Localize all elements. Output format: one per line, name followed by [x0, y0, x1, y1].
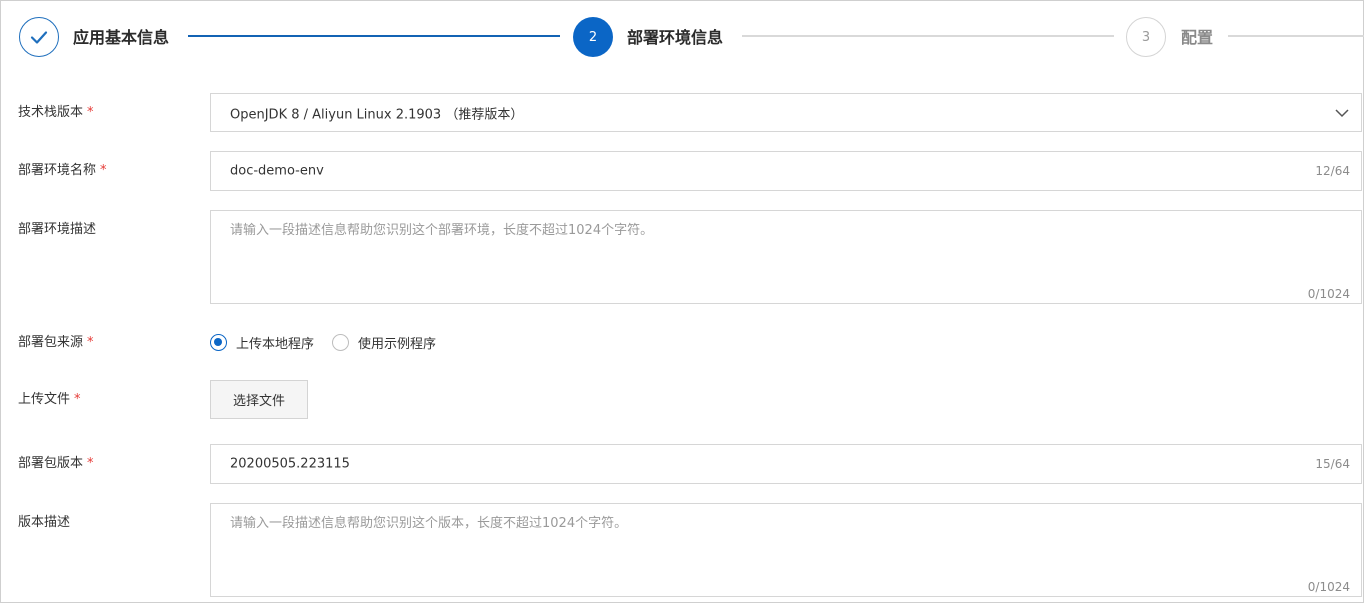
- step-2-connector: [742, 35, 1114, 37]
- app-frame: 应用基本信息 2 部署环境信息 3 配置 技术栈版本 * OpenJDK 8 / …: [0, 0, 1364, 603]
- package-version-label-text: 部署包版本: [18, 456, 84, 471]
- step-2-title: 部署环境信息: [627, 28, 724, 47]
- radio-button-checked[interactable]: [210, 333, 227, 351]
- choose-file-button[interactable]: 选择文件: [210, 380, 308, 419]
- required-marker: *: [87, 335, 94, 350]
- env-name-input[interactable]: doc-demo-env 12/64: [210, 151, 1362, 191]
- step-3-circle: 3: [1126, 17, 1166, 57]
- required-marker: *: [74, 392, 81, 407]
- stack-version-label: 技术栈版本 *: [18, 104, 94, 122]
- step-1-circle: [19, 17, 59, 57]
- step-progress: 应用基本信息 2 部署环境信息 3 配置: [1, 1, 1364, 75]
- env-desc-label: 部署环境描述: [18, 221, 96, 239]
- package-version-label: 部署包版本 *: [18, 455, 94, 473]
- env-desc-counter: 0/1024: [1307, 287, 1350, 301]
- version-desc-label-text: 版本描述: [18, 515, 71, 530]
- stack-version-label-text: 技术栈版本: [18, 105, 84, 120]
- check-icon: [30, 31, 48, 44]
- upload-file-label: 上传文件 *: [18, 391, 81, 409]
- package-version-counter: 15/64: [1315, 457, 1350, 471]
- version-desc-placeholder: 请输入一段描述信息帮助您识别这个版本，长度不超过1024个字符。: [230, 516, 628, 531]
- stack-version-value: OpenJDK 8 / Aliyun Linux 2.1903 （推荐版本）: [230, 107, 524, 122]
- version-desc-label: 版本描述: [18, 514, 70, 532]
- radio-use-sample[interactable]: 使用示例程序: [332, 333, 436, 352]
- radio-use-sample-label: 使用示例程序: [358, 336, 437, 352]
- package-version-value: 20200505.223115: [230, 456, 350, 472]
- step-3-connector: [1228, 35, 1364, 37]
- chevron-down-icon: [1335, 108, 1349, 117]
- env-desc-label-text: 部署环境描述: [18, 222, 97, 237]
- package-source-label: 部署包来源 *: [18, 334, 94, 352]
- package-version-input[interactable]: 20200505.223115 15/64: [210, 444, 1362, 484]
- step-1-title: 应用基本信息: [73, 28, 170, 47]
- upload-file-label-text: 上传文件: [18, 392, 71, 407]
- radio-upload-local[interactable]: 上传本地程序: [210, 333, 314, 352]
- required-marker: *: [87, 456, 94, 471]
- required-marker: *: [87, 105, 94, 120]
- step-3-title: 配置: [1181, 28, 1214, 47]
- env-name-label-text: 部署环境名称: [18, 163, 97, 178]
- package-source-label-text: 部署包来源: [18, 335, 84, 350]
- env-desc-placeholder: 请输入一段描述信息帮助您识别这个部署环境，长度不超过1024个字符。: [230, 223, 654, 238]
- step-1-connector: [188, 35, 560, 37]
- env-desc-textarea[interactable]: 请输入一段描述信息帮助您识别这个部署环境，长度不超过1024个字符。 0/102…: [210, 210, 1362, 304]
- required-marker: *: [100, 163, 107, 178]
- package-source-radio-group: 上传本地程序 使用示例程序: [210, 332, 454, 352]
- version-desc-counter: 0/1024: [1307, 580, 1350, 594]
- env-name-value: doc-demo-env: [230, 163, 324, 179]
- version-desc-textarea[interactable]: 请输入一段描述信息帮助您识别这个版本，长度不超过1024个字符。 0/1024: [210, 503, 1362, 597]
- radio-button-unchecked[interactable]: [332, 333, 350, 351]
- env-name-label: 部署环境名称 *: [18, 162, 107, 180]
- step-2-circle: 2: [573, 17, 613, 57]
- env-name-counter: 12/64: [1315, 164, 1350, 178]
- radio-upload-local-label: 上传本地程序: [236, 336, 315, 352]
- stack-version-select[interactable]: OpenJDK 8 / Aliyun Linux 2.1903 （推荐版本）: [210, 93, 1362, 132]
